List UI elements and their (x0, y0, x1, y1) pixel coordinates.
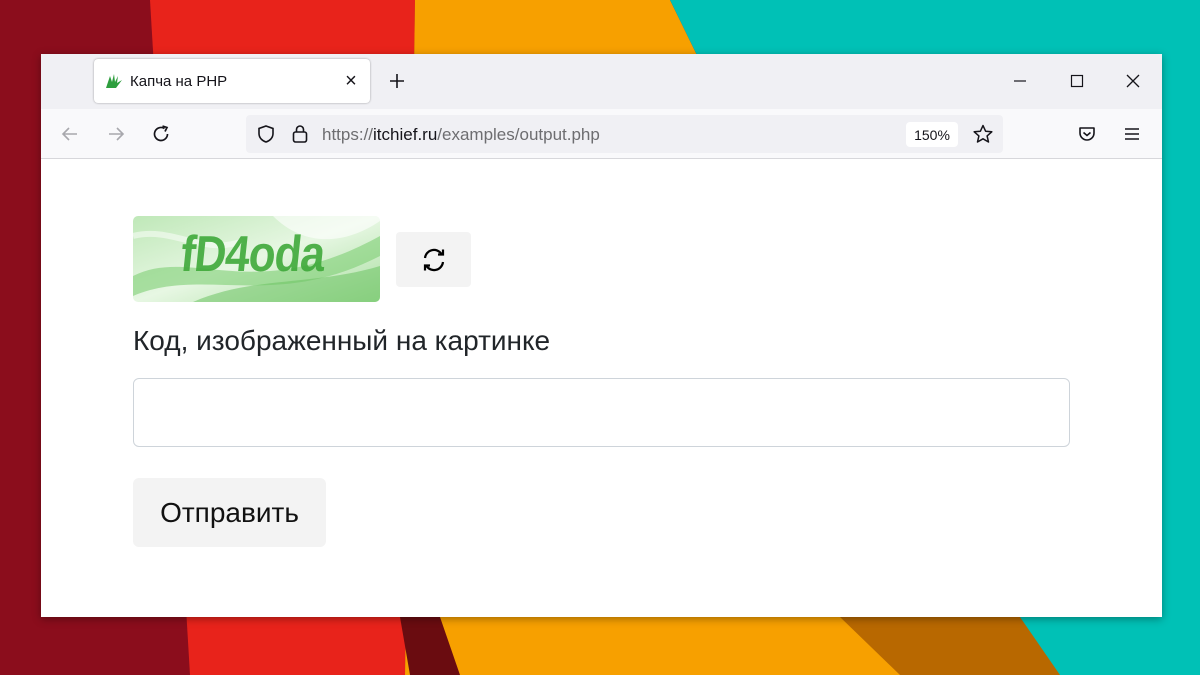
star-bookmark-icon[interactable] (972, 123, 994, 145)
close-icon (1126, 74, 1140, 88)
reload-button[interactable] (147, 120, 175, 148)
navigation-bar: https://itchief.ru/examples/output.php 1… (41, 109, 1162, 159)
arrow-left-icon (61, 127, 77, 141)
page-content: fD4oda Код, изображенный на картинке Отп… (41, 160, 1162, 617)
pocket-icon (1079, 127, 1095, 141)
url-path: /examples/output.php (437, 125, 600, 144)
browser-window: Капча на PHP × https://itchief.ru/exampl… (41, 54, 1162, 617)
hand-logo-icon (106, 74, 122, 88)
pocket-button[interactable] (1073, 120, 1101, 148)
tab-captcha[interactable]: Капча на PHP × (94, 59, 370, 103)
tab-title: Капча на PHP (130, 73, 228, 90)
captcha-text: fD4oda (178, 226, 328, 283)
zoom-level-badge[interactable]: 150% (906, 122, 958, 147)
url-bar[interactable]: https://itchief.ru/examples/output.php 1… (246, 115, 1003, 153)
back-button[interactable] (56, 120, 84, 148)
url-text[interactable]: https://itchief.ru/examples/output.php (322, 125, 600, 145)
submit-button[interactable]: Отправить (133, 478, 326, 547)
captcha-code-label: Код, изображенный на картинке (133, 325, 551, 356)
maximize-icon (1070, 74, 1084, 88)
minimize-icon (1014, 80, 1026, 82)
shield-icon[interactable] (256, 124, 276, 144)
hamburger-menu-icon (1125, 128, 1139, 140)
url-prefix: https:// (322, 125, 374, 144)
captcha-code-input[interactable] (133, 378, 1070, 447)
refresh-icon (423, 248, 444, 271)
arrow-right-icon (109, 127, 125, 141)
menu-button[interactable] (1118, 120, 1146, 148)
plus-icon (390, 74, 404, 88)
reload-icon (153, 125, 169, 142)
lock-icon[interactable] (290, 123, 310, 145)
close-window-button[interactable] (1115, 64, 1151, 98)
forward-button[interactable] (102, 120, 130, 148)
minimize-button[interactable] (1002, 64, 1038, 98)
new-tab-button[interactable] (383, 67, 411, 95)
url-domain: itchief.ru (373, 125, 438, 144)
tab-strip: Капча на PHP × (41, 54, 1162, 109)
maximize-button[interactable] (1059, 64, 1095, 98)
refresh-captcha-button[interactable] (396, 232, 471, 287)
close-tab-icon[interactable]: × (340, 70, 362, 92)
captcha-image: fD4oda (133, 216, 380, 302)
